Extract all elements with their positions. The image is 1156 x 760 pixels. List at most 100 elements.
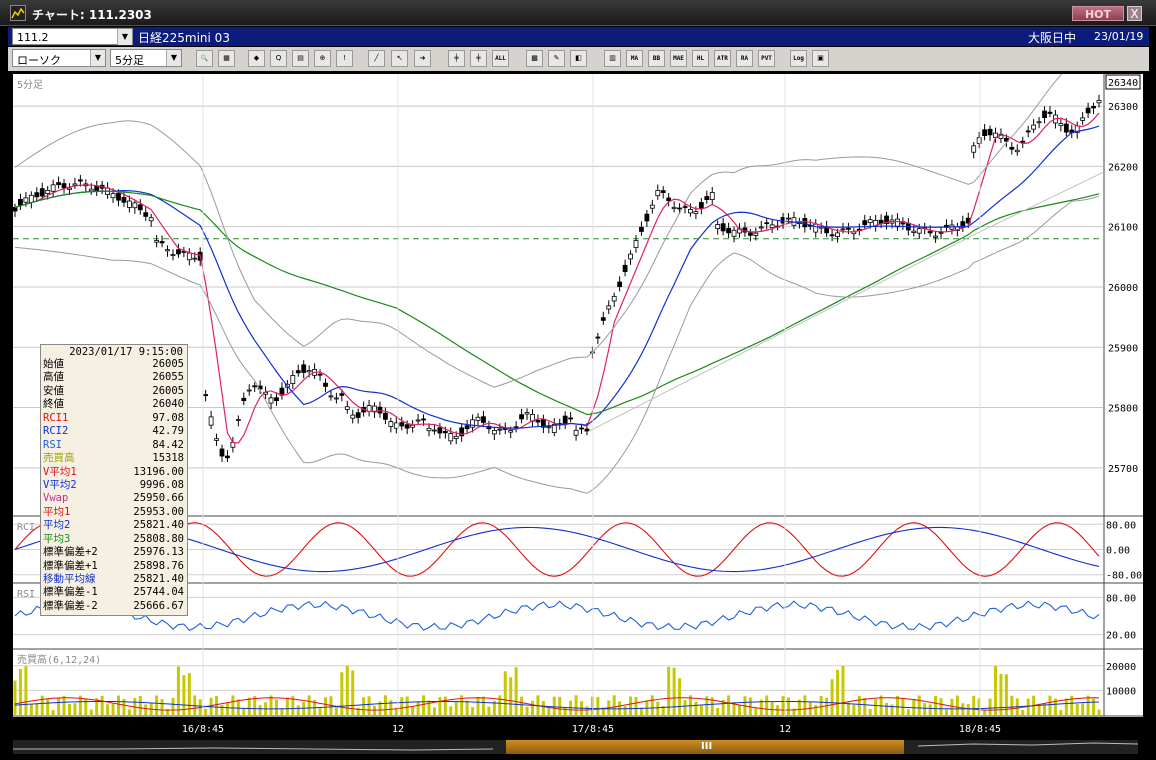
volume-bar bbox=[111, 703, 115, 715]
volume-bar bbox=[40, 695, 44, 715]
candle-body bbox=[377, 406, 383, 414]
chevron-down-icon[interactable]: ▼ bbox=[90, 50, 105, 66]
candle-body bbox=[453, 435, 459, 439]
volume-bar bbox=[285, 697, 289, 715]
data-panel-key: Vwap bbox=[43, 492, 69, 505]
tool-a-button[interactable]: ◆ bbox=[248, 50, 265, 67]
volume-bar bbox=[1081, 703, 1085, 715]
volume-bar bbox=[934, 695, 938, 715]
data-panel-row: 標準偏差+2 25976.13 bbox=[41, 546, 187, 559]
chevron-down-icon[interactable]: ▼ bbox=[166, 50, 181, 66]
candle-body bbox=[186, 252, 192, 261]
candle-body bbox=[481, 416, 486, 423]
data-panel-row: 平均1 25953.00 bbox=[41, 506, 187, 519]
volume-bar bbox=[269, 695, 273, 715]
ra-button[interactable]: RA bbox=[736, 50, 753, 67]
hl-button[interactable]: HL bbox=[692, 50, 709, 67]
candle-body bbox=[154, 240, 160, 243]
candle-body bbox=[693, 211, 699, 214]
volume-bar bbox=[694, 701, 698, 715]
volume-bar bbox=[503, 671, 507, 715]
volume-bar bbox=[906, 709, 910, 715]
candle-body bbox=[464, 425, 470, 430]
ma-button[interactable]: MA bbox=[626, 50, 643, 67]
time-scrollbar[interactable]: III bbox=[13, 740, 1138, 754]
atr-button[interactable]: ATR bbox=[714, 50, 731, 67]
candle-body bbox=[56, 182, 61, 186]
volume-bar bbox=[1086, 695, 1090, 715]
volume-tick-label: 20000 bbox=[1106, 662, 1136, 673]
volume-bar bbox=[171, 697, 175, 715]
rci-tick-label: 0.00 bbox=[1106, 546, 1130, 557]
candle-body bbox=[143, 212, 149, 217]
wrench-button[interactable]: ✎ bbox=[548, 50, 565, 67]
candle-b-button[interactable]: ╪ bbox=[470, 50, 487, 67]
mae-button[interactable]: MAE bbox=[670, 50, 687, 67]
chart-type-value: ローソク bbox=[17, 54, 61, 67]
market-date: 23/01/19 bbox=[1094, 30, 1144, 43]
grid-tool-button[interactable]: ▩ bbox=[526, 50, 543, 67]
all-button[interactable]: ALL bbox=[492, 50, 509, 67]
cursor-button[interactable]: ↖ bbox=[391, 50, 408, 67]
candle-body bbox=[802, 218, 808, 228]
data-panel-row: 始値 26005 bbox=[41, 358, 187, 371]
tool-e-button[interactable]: ! bbox=[336, 50, 353, 67]
symbol-code-combo[interactable]: 111.2 ▼ bbox=[12, 28, 133, 45]
candle-body bbox=[497, 428, 503, 431]
bb-button[interactable]: BB bbox=[648, 50, 665, 67]
volume-tick-label: 10000 bbox=[1106, 686, 1136, 697]
export-button[interactable]: ▣ bbox=[812, 50, 829, 67]
candle-body bbox=[426, 427, 432, 432]
chart-mode-button[interactable]: ▥ bbox=[604, 50, 621, 67]
hot-button[interactable]: HOT bbox=[1072, 6, 1124, 21]
candle-body bbox=[628, 253, 633, 260]
candle-body bbox=[639, 226, 644, 232]
volume-bar bbox=[236, 699, 240, 715]
volume-bar bbox=[62, 695, 66, 715]
data-panel-value: 25808.80 bbox=[133, 532, 184, 545]
tool-d-button[interactable]: ⊕ bbox=[314, 50, 331, 67]
candle-body bbox=[399, 422, 405, 427]
price-tick-label: 26100 bbox=[1108, 223, 1138, 234]
data-panel-row: 高値 26055 bbox=[41, 371, 187, 384]
arrow-button[interactable]: ➜ bbox=[414, 50, 431, 67]
candle-body bbox=[622, 264, 628, 272]
candle-body bbox=[524, 412, 530, 415]
candle-body bbox=[677, 207, 682, 210]
volume-bar bbox=[814, 704, 818, 715]
draw-line-button[interactable]: ╱ bbox=[368, 50, 385, 67]
volume-bar bbox=[1064, 698, 1068, 715]
volume-bar bbox=[514, 667, 518, 715]
zoom-button[interactable]: 🔍 bbox=[196, 50, 213, 67]
volume-bar bbox=[787, 697, 791, 715]
candle-body bbox=[404, 424, 410, 429]
candle-body bbox=[519, 414, 524, 420]
data-panel-value: 25976.13 bbox=[133, 546, 184, 559]
log-button[interactable]: Log bbox=[790, 50, 807, 67]
volume-bar bbox=[220, 704, 224, 715]
chart-type-select[interactable]: ローソク ▼ bbox=[12, 49, 106, 67]
volume-bar bbox=[438, 697, 442, 715]
close-button[interactable]: X bbox=[1127, 6, 1142, 21]
data-panel-key: 始値 bbox=[43, 358, 64, 370]
candle-a-button[interactable]: ╪ bbox=[448, 50, 465, 67]
candle-body bbox=[268, 397, 274, 404]
pvt-button[interactable]: PVT bbox=[758, 50, 775, 67]
scrollbar-grip[interactable]: III bbox=[701, 741, 712, 752]
layout-button[interactable]: ▦ bbox=[218, 50, 235, 67]
candle-body bbox=[306, 370, 312, 373]
tool-b-button[interactable]: Q bbox=[270, 50, 287, 67]
candle-body bbox=[758, 226, 764, 229]
chevron-down-icon[interactable]: ▼ bbox=[117, 29, 132, 45]
candle-body bbox=[584, 428, 590, 432]
data-panel-value: 25821.40 bbox=[133, 573, 184, 585]
candle-body bbox=[12, 206, 18, 212]
volume-bar bbox=[819, 696, 823, 715]
ohlc-data-panel: 2023/01/17 9:15:00 始値 26005 高値 26055 安値 26005… bbox=[40, 344, 188, 616]
tool-c-button[interactable]: ▤ bbox=[292, 50, 309, 67]
volume-bar bbox=[280, 708, 284, 715]
volume-bar bbox=[242, 708, 246, 715]
period-select[interactable]: 5分足 ▼ bbox=[110, 49, 182, 67]
candle-body bbox=[916, 228, 922, 234]
color-button[interactable]: ◧ bbox=[570, 50, 587, 67]
